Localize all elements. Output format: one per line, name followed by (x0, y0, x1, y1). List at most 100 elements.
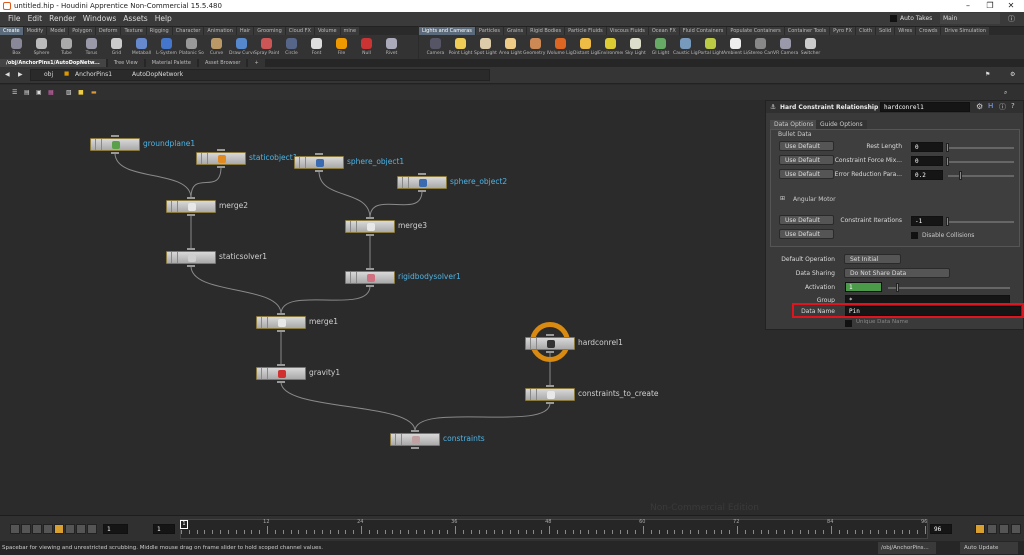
loop-button[interactable] (987, 524, 997, 534)
menu-help[interactable]: Help (155, 14, 172, 23)
shelf-tool-draw-curve[interactable]: Draw Curve (229, 35, 254, 56)
cfm-default[interactable]: Use Default (779, 155, 834, 165)
shelf-tool-gi-light[interactable]: GI Light (648, 35, 673, 56)
output-port[interactable] (546, 402, 554, 404)
hda-icon[interactable]: H (988, 102, 993, 110)
output-port[interactable] (418, 190, 426, 192)
output-port[interactable] (411, 447, 419, 449)
output-port[interactable] (187, 265, 195, 267)
shelf-tab-texture[interactable]: Texture (121, 27, 146, 35)
current-frame-marker[interactable]: 1 (180, 520, 188, 529)
node-staticsolver1[interactable] (166, 251, 216, 264)
prev-key-button[interactable] (21, 524, 31, 534)
node-staticobject1[interactable] (196, 152, 246, 165)
wire-gravity1-to-constraints[interactable] (280, 381, 416, 432)
shelf-tab-particles[interactable]: Particles (475, 27, 503, 35)
color-palette-icon[interactable]: ▦ (48, 89, 54, 96)
disable-collisions-checkbox[interactable] (911, 232, 918, 239)
node-groundplane1[interactable] (90, 138, 140, 151)
shelf-tool-vr-camera[interactable]: VR Camera (773, 35, 798, 56)
node-gravity1[interactable] (256, 367, 306, 380)
shelf-tab-solid[interactable]: Solid (876, 27, 895, 35)
auto-takes-checkbox[interactable] (890, 15, 897, 22)
shelf-tool-platonic-sol-[interactable]: Platonic Sol... (179, 35, 204, 56)
shelf-tool-portal-light[interactable]: Portal Light (698, 35, 723, 56)
options-button[interactable] (1011, 524, 1021, 534)
input-port[interactable] (187, 197, 195, 199)
rest-length-slider[interactable] (948, 147, 1014, 149)
network-box-icon[interactable]: ▬ (91, 89, 97, 96)
tab-network[interactable]: /obj/AnchorPins1/AutoDopNetw... (0, 59, 106, 67)
shelf-tool-spray-paint[interactable]: Spray Paint (254, 35, 279, 56)
menu-render[interactable]: Render (49, 14, 76, 23)
output-port[interactable] (546, 351, 554, 353)
activation-slider[interactable] (888, 287, 1010, 289)
path-autodopnetwork[interactable]: AutoDopNetwork (132, 71, 183, 78)
shelf-tool-ambient-lig-[interactable]: Ambient Lig... (723, 35, 748, 56)
input-port[interactable] (366, 268, 374, 270)
collisions-default[interactable]: Use Default (779, 229, 834, 239)
path-anchorpins[interactable]: AnchorPins1 (75, 71, 112, 78)
shelf-tool-stereo-cam-[interactable]: Stereo Cam... (748, 35, 773, 56)
close-button[interactable]: ✕ (1001, 0, 1021, 12)
node-merge2[interactable] (166, 200, 216, 213)
shelf-tab-hair[interactable]: Hair (236, 27, 254, 35)
shelf-tool-switcher[interactable]: Switcher (798, 35, 823, 56)
erp-field[interactable]: 0.2 (911, 170, 943, 180)
node-constraints_to_create[interactable] (525, 388, 575, 401)
shelf-tool-grid[interactable]: Grid (104, 35, 129, 56)
node-rigidbodysolver1[interactable] (345, 271, 395, 284)
shelf-tab-rigid-bodies[interactable]: Rigid Bodies (527, 27, 565, 35)
layout-icon[interactable]: ▤ (24, 89, 30, 96)
desktop-select[interactable]: Main (940, 13, 1000, 24)
shelf-tool-l-system[interactable]: L-System (154, 35, 179, 56)
node-merge3[interactable] (345, 220, 395, 233)
forward-button[interactable]: ▶ (18, 71, 23, 78)
shelf-tab-ocean-fx[interactable]: Ocean FX (648, 27, 679, 35)
tab-tree-view[interactable]: Tree View (107, 59, 144, 67)
wire-constraints_to_create-to-constraints[interactable] (414, 402, 551, 432)
wire-groundplane1-to-merge2[interactable] (114, 152, 192, 199)
shelf-tool-point-light[interactable]: Point Light (448, 35, 473, 56)
shelf-tool-box[interactable]: Box (4, 35, 29, 56)
list-icon[interactable]: ☰ (12, 89, 17, 96)
frame-slider[interactable]: 12 24 36 48 60 72 84 96 1 (180, 519, 928, 539)
info-icon[interactable]: ⓘ (999, 102, 1006, 112)
wire-staticsolver1-to-merge1[interactable] (190, 265, 282, 315)
node-merge1[interactable] (256, 316, 306, 329)
node-constraints[interactable] (390, 433, 440, 446)
pin-icon[interactable]: ⚑ (985, 71, 990, 78)
shelf-tool-tube[interactable]: Tube (54, 35, 79, 56)
angular-motor-folder[interactable]: Angular Motor (793, 196, 836, 203)
input-port[interactable] (217, 149, 225, 151)
thumbnail-icon[interactable]: ▣ (36, 89, 42, 96)
shelf-tab-grooming[interactable]: Grooming (254, 27, 285, 35)
status-path[interactable]: /obj/AnchorPins... (878, 542, 936, 554)
grid-icon[interactable]: ▧ (66, 89, 72, 96)
cfm-field[interactable]: 0 (911, 156, 943, 166)
jump-end-button[interactable] (87, 524, 97, 534)
shelf-tool-file[interactable]: File (329, 35, 354, 56)
wire-sphere_object2-to-merge3[interactable] (369, 190, 423, 219)
wire-sphere_object1-to-merge3[interactable] (318, 170, 371, 219)
iterations-slider[interactable] (948, 221, 1014, 223)
shelf-tool-spot-light[interactable]: Spot Light (473, 35, 498, 56)
data-name-field[interactable]: Pin (845, 306, 1021, 316)
end-frame-field[interactable]: 96 (930, 524, 952, 534)
shelf-tool-sphere[interactable]: Sphere (29, 35, 54, 56)
shelf-tool-caustic-light[interactable]: Caustic Light (673, 35, 698, 56)
shelf-tool-rivet[interactable]: Rivet (379, 35, 404, 56)
shelf-tool-sky-light[interactable]: Sky Light (623, 35, 648, 56)
wire-rigidbodysolver1-to-merge1[interactable] (280, 285, 371, 315)
step-forward-button[interactable] (76, 524, 86, 534)
input-port[interactable] (418, 173, 426, 175)
shelf-tab-cloth[interactable]: Cloth (855, 27, 876, 35)
shelf-tab-pyro-fx[interactable]: Pyro FX (830, 27, 855, 35)
gear-icon[interactable]: ⚙ (976, 102, 983, 111)
network-editor[interactable]: groundplane1 staticobject1 sphere_object1 s… (0, 100, 765, 515)
shelf-tool-metaball[interactable]: Metaball (129, 35, 154, 56)
input-port[interactable] (546, 334, 554, 336)
shelf-tab-rigging[interactable]: Rigging (146, 27, 172, 35)
play-reverse-button[interactable] (43, 524, 53, 534)
node-hardconrel1[interactable] (525, 337, 575, 350)
